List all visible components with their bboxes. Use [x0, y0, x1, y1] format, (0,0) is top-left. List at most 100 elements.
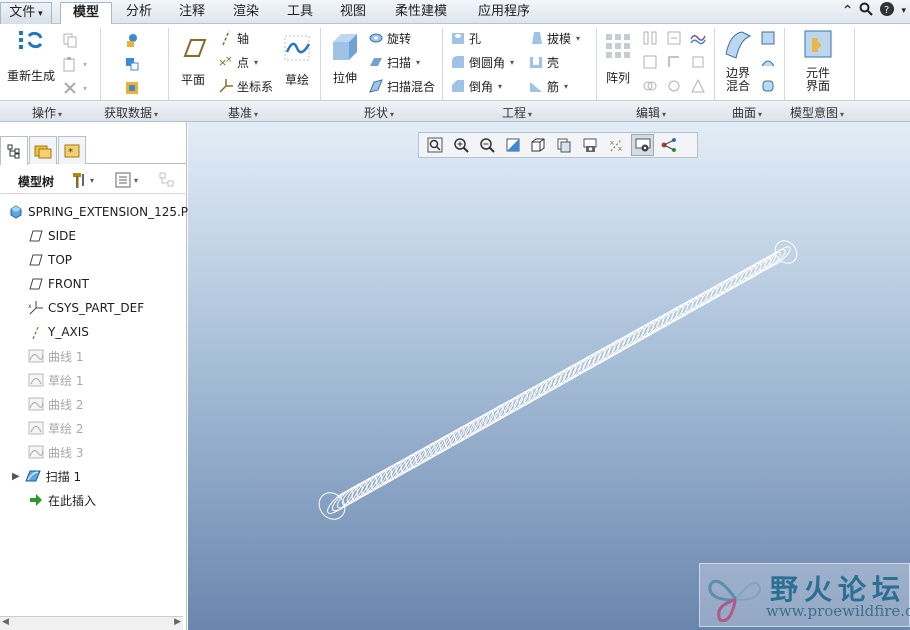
trim-button[interactable] [666, 76, 682, 96]
solidify-button[interactable] [690, 76, 706, 96]
pattern-button[interactable]: 阵列 [602, 30, 634, 86]
component-interface-button[interactable]: 元件 界面 [796, 28, 840, 93]
tree-node-sketch-1[interactable]: 草绘 1 [28, 370, 83, 390]
tree-horizontal-scrollbar[interactable]: ◀ ▶ [0, 616, 183, 630]
help-icon[interactable]: ? [879, 1, 895, 21]
tree-settings-button[interactable]: ▾ [70, 171, 94, 189]
tree-filter-button[interactable] [158, 171, 178, 192]
tab-applications[interactable]: 应用程序 [464, 2, 544, 24]
tree-show-button[interactable]: ▾ [114, 171, 138, 189]
paste-button[interactable]: ▾ [62, 54, 87, 74]
tab-model[interactable]: 模型 [60, 2, 112, 25]
expand-arrow-icon[interactable]: ▶ [12, 471, 20, 482]
tab-flexible-modeling[interactable]: 柔性建模 [380, 2, 462, 24]
scroll-left-icon[interactable]: ◀ [2, 617, 9, 627]
group-model-intent[interactable]: 模型意图 ▾ [790, 104, 844, 121]
revolve-button[interactable]: 旋转 [368, 28, 411, 48]
tree-node-label: 在此插入 [48, 493, 97, 508]
tab-render[interactable]: 渲染 [220, 2, 272, 24]
sketch-button[interactable]: 草绘 [280, 32, 314, 88]
copy-geometry-button[interactable] [124, 54, 140, 74]
intersect-button[interactable] [690, 28, 706, 48]
round-button[interactable]: 倒圆角 ▾ [450, 52, 514, 72]
tree-node-csys[interactable]: x CSYS_PART_DEF [28, 298, 144, 318]
chevron-down-icon: ▾ [498, 81, 503, 91]
group-shapes[interactable]: 形状 ▾ [364, 104, 394, 121]
chevron-down-icon: ▾ [390, 110, 395, 119]
tree-node-label: 草绘 1 [48, 373, 84, 388]
tree-node-sweep-1[interactable]: ▶ 扫描 1 [12, 466, 81, 486]
chevron-down-icon: ▾ [254, 110, 259, 119]
group-editing[interactable]: 编辑 ▾ [636, 104, 666, 121]
rib-icon [530, 82, 542, 92]
mirror-button[interactable] [642, 28, 658, 48]
datum-plane-icon [183, 39, 207, 57]
copy-button[interactable] [62, 30, 78, 50]
graphics-viewport[interactable]: × × 野火论坛 www.proewildfire.cn [188, 122, 910, 630]
search-icon[interactable] [859, 2, 874, 20]
swept-blend-icon [369, 79, 383, 93]
spring-model[interactable] [188, 122, 910, 630]
thicken-button[interactable] [690, 52, 706, 72]
boundary-blend-button[interactable]: 边界 混合 [720, 28, 756, 93]
fill-button[interactable] [760, 28, 776, 48]
tree-node-curve-3[interactable]: 曲线 3 [28, 442, 83, 462]
draft-button[interactable]: 拔模 ▾ [528, 28, 580, 48]
rib-button[interactable]: 筋 ▾ [528, 76, 568, 96]
hole-button[interactable]: 孔 [450, 28, 481, 48]
group-label: 形状 [364, 106, 389, 120]
group-operations[interactable]: 操作 ▾ [32, 104, 62, 121]
tab-folder-browser[interactable] [29, 136, 57, 164]
point-button[interactable]: × × 点 ▾ [218, 52, 258, 72]
shrinkwrap-button[interactable] [124, 78, 140, 98]
extrude-button[interactable]: 拉伸 [328, 30, 362, 86]
user-defined-feature-button[interactable] [124, 30, 140, 50]
style-button[interactable] [760, 52, 776, 72]
regenerate-button[interactable]: 重新生成 [6, 28, 56, 84]
tab-model-tree[interactable] [0, 136, 28, 165]
extend-button[interactable] [642, 52, 658, 72]
tab-favorites[interactable]: * [58, 136, 86, 164]
scroll-right-icon[interactable]: ▶ [174, 617, 181, 627]
tree-node-sketch-2[interactable]: 草绘 2 [28, 418, 83, 438]
tab-analysis[interactable]: 分析 [114, 2, 164, 24]
group-datum[interactable]: 基准 ▾ [228, 104, 258, 121]
paste-icon [63, 57, 75, 72]
swept-blend-button[interactable]: 扫描混合 [368, 76, 435, 96]
chevron-down-icon[interactable]: ▾ [901, 6, 906, 16]
model-tree-icon [7, 144, 20, 159]
freestyle-button[interactable] [760, 76, 776, 96]
tab-annotate[interactable]: 注释 [166, 2, 218, 24]
merge-button[interactable] [642, 76, 658, 96]
group-label: 操作 [32, 106, 57, 120]
tree-filter-icon [159, 172, 174, 187]
delete-button[interactable]: ▾ [62, 78, 87, 98]
group-engineering[interactable]: 工程 ▾ [502, 104, 532, 121]
chamfer-button[interactable]: 倒角 ▾ [450, 76, 502, 96]
revolve-icon [369, 33, 383, 43]
plane-button[interactable]: 平面 [176, 32, 210, 88]
axis-button[interactable]: 轴 [218, 28, 249, 48]
tab-tools[interactable]: 工具 [274, 2, 326, 24]
csys-button[interactable]: 坐标系 [218, 76, 273, 96]
file-menu[interactable]: 文件 ▾ [0, 2, 52, 24]
tree-node-insert-here[interactable]: 在此插入 [28, 490, 96, 510]
tree-node-curve-1[interactable]: 曲线 1 [28, 346, 83, 366]
tab-view[interactable]: 视图 [328, 2, 378, 24]
offset-button[interactable] [666, 52, 682, 72]
tree-node-part[interactable]: SPRING_EXTENSION_125.P [8, 202, 188, 222]
group-surfaces[interactable]: 曲面 ▾ [732, 104, 762, 121]
tree-node-y-axis[interactable]: Y_AXIS [28, 322, 89, 342]
tree-node-top[interactable]: TOP [28, 250, 72, 270]
hole-icon [452, 33, 464, 44]
tree-node-front[interactable]: FRONT [28, 274, 89, 294]
udf-icon [127, 34, 137, 47]
shell-button[interactable]: 壳 [528, 52, 559, 72]
tab-label: 渲染 [232, 4, 259, 19]
group-get-data[interactable]: 获取数据 ▾ [104, 104, 158, 121]
sweep-button[interactable]: 扫描 ▾ [368, 52, 420, 72]
tree-node-curve-2[interactable]: 曲线 2 [28, 394, 83, 414]
tree-node-side[interactable]: SIDE [28, 226, 76, 246]
chevron-up-icon[interactable]: ⌃ [842, 3, 854, 19]
project-button[interactable] [666, 28, 682, 48]
